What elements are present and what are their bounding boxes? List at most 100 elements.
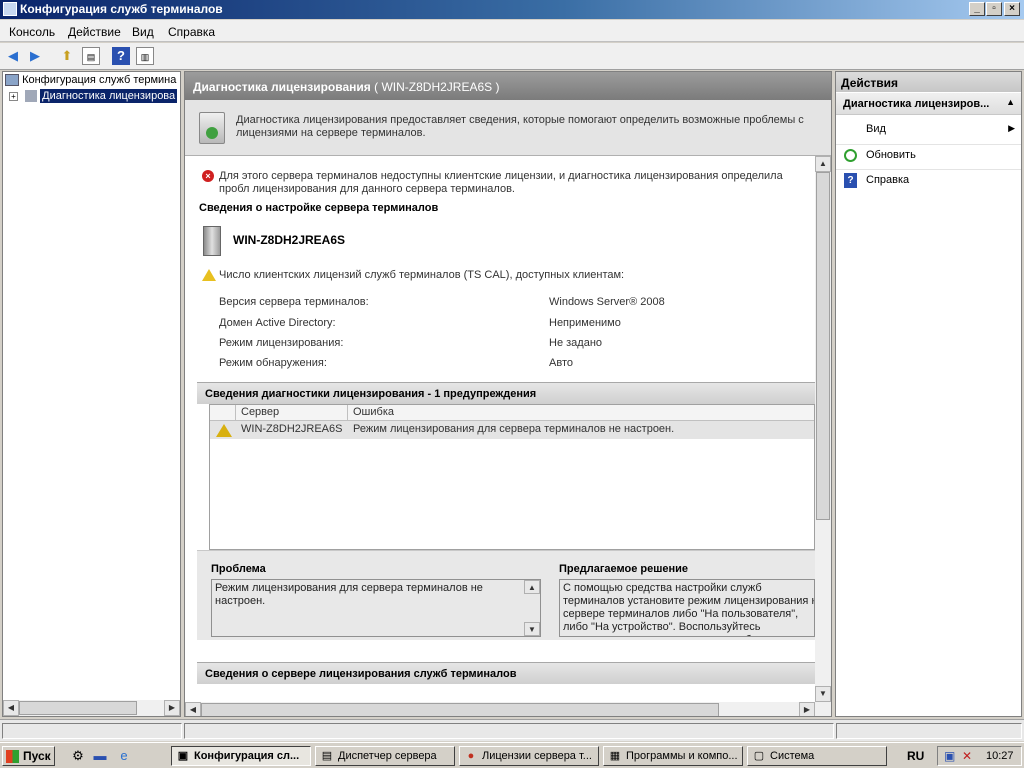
volume-muted-icon[interactable]: ✕ <box>962 749 972 763</box>
show-hide-action-pane-icon[interactable]: ▥ <box>136 47 154 65</box>
windows-logo-icon <box>6 750 19 763</box>
show-hide-tree-icon[interactable]: ▤ <box>82 47 100 65</box>
status-pane <box>2 723 182 739</box>
back-icon[interactable]: ◀ <box>4 47 22 65</box>
licserver-section-header[interactable]: Сведения о сервере лицензирования служб … <box>197 662 815 684</box>
prop-label: Режим лицензирования: <box>219 337 344 349</box>
scroll-thumb[interactable] <box>816 172 830 520</box>
prop-label: Режим обнаружения: <box>219 357 327 369</box>
scroll-up-button[interactable]: ▲ <box>815 156 831 172</box>
task-terminal-config[interactable]: ▣ Конфигурация сл... <box>171 746 311 766</box>
tree-root[interactable]: Конфигурация служб термина <box>5 74 176 90</box>
diagnostics-tool-icon <box>199 112 225 144</box>
menu-bar: Консоль Действие Вид Справка <box>0 20 1024 42</box>
forward-icon[interactable]: ▶ <box>26 47 44 65</box>
content-hscrollbar[interactable]: ◀ ▶ <box>185 702 831 716</box>
server-name: WIN-Z8DH2JREA6S <box>233 233 346 247</box>
clock[interactable]: 10:27 <box>986 750 1014 762</box>
scroll-down-button[interactable]: ▼ <box>815 686 831 702</box>
row-error: Режим лицензирования для сервера термина… <box>353 423 675 435</box>
scroll-right-button[interactable]: ▶ <box>164 700 180 716</box>
help-icon[interactable]: ? <box>112 47 130 65</box>
scroll-left-button[interactable]: ◀ <box>185 702 201 716</box>
scroll-down-button[interactable]: ▼ <box>524 622 540 636</box>
taskbar: Пуск ⚙ ▬ e ▣ Конфигурация сл... ▤ Диспет… <box>0 742 1024 768</box>
prop-value: Windows Server® 2008 <box>549 296 665 308</box>
menu-console[interactable]: Консоль <box>9 25 55 39</box>
server-manager-icon[interactable]: ⚙ <box>70 748 86 764</box>
error-icon: × <box>202 170 214 182</box>
grid-header-server[interactable]: Сервер <box>236 405 348 421</box>
solution-label: Предлагаемое решение <box>559 563 689 575</box>
diagnostics-grid: Сервер Ошибка WIN-Z8DH2JREA6S Режим лице… <box>209 404 815 550</box>
diagnostics-icon <box>25 90 38 103</box>
actions-pane: Действия Диагностика лицензиров... ▲ Вид… <box>835 71 1022 717</box>
scroll-up-button[interactable]: ▲ <box>524 580 540 594</box>
scroll-right-button[interactable]: ▶ <box>799 702 815 716</box>
cal-warning-text: Число клиентских лицензий служб терминал… <box>219 269 625 281</box>
refresh-icon <box>844 149 857 162</box>
start-button[interactable]: Пуск <box>2 746 55 766</box>
action-view[interactable]: Вид ▶ <box>836 119 1021 141</box>
pane-header: Диагностика лицензирования ( WIN-Z8DH2JR… <box>185 72 831 100</box>
status-pane <box>836 723 1022 739</box>
prop-value: Не задано <box>549 337 603 349</box>
prop-value: Авто <box>549 357 573 369</box>
task-programs[interactable]: ▦ Программы и компо... <box>603 746 743 766</box>
help-icon: ? <box>844 173 857 188</box>
tree-hscrollbar[interactable]: ◀ ▶ <box>3 700 180 716</box>
show-desktop-icon[interactable]: ▬ <box>92 748 108 764</box>
server-icon <box>203 226 221 256</box>
error-text: Для этого сервера терминалов недоступны … <box>219 170 783 195</box>
terminal-config-icon: ▣ <box>177 750 189 762</box>
warning-icon <box>216 424 232 437</box>
menu-action[interactable]: Действие <box>68 25 121 39</box>
close-button[interactable]: × <box>1004 2 1020 16</box>
description-panel: Диагностика лицензирования предоставляет… <box>185 100 831 156</box>
solution-textbox[interactable]: С помощью средства настройки служб терми… <box>559 579 815 637</box>
restore-button[interactable]: ▫ <box>986 2 1002 16</box>
scroll-thumb[interactable] <box>19 701 137 715</box>
submenu-arrow-icon: ▶ <box>1008 123 1015 133</box>
scroll-left-button[interactable]: ◀ <box>3 700 19 716</box>
up-folder-icon[interactable]: ⬆ <box>58 47 76 65</box>
scroll-thumb[interactable] <box>201 703 719 716</box>
actions-subheader[interactable]: Диагностика лицензиров... ▲ <box>836 93 1021 115</box>
status-bar <box>0 719 1024 741</box>
terminal-config-icon <box>5 74 19 87</box>
prop-label: Версия сервера терминалов: <box>219 296 369 308</box>
toolbar: ◀ ▶ ⬆ ▤ ? ▥ <box>0 43 1024 70</box>
action-refresh[interactable]: Обновить <box>836 144 1021 166</box>
prop-label: Домен Active Directory: <box>219 317 336 329</box>
problem-label: Проблема <box>211 563 266 575</box>
tree-item-licensing-diagnostics[interactable]: + Диагностика лицензирова <box>9 89 178 106</box>
description-text: Диагностика лицензирования предоставляет… <box>236 114 804 139</box>
grid-icon-column <box>210 405 236 421</box>
language-indicator[interactable]: RU <box>907 749 924 763</box>
menu-help[interactable]: Справка <box>168 25 215 39</box>
title-bar: Конфигурация служб терминалов _ ▫ × <box>0 0 1024 19</box>
minimize-button[interactable]: _ <box>969 2 985 16</box>
window-title: Конфигурация служб терминалов <box>20 2 223 16</box>
task-license-server[interactable]: ● Лицензии сервера т... <box>459 746 599 766</box>
actions-header: Действия <box>836 72 1021 92</box>
menu-view[interactable]: Вид <box>132 25 154 39</box>
system-tray: ▣ ✕ 10:27 <box>937 746 1022 766</box>
task-system[interactable]: ▢ Система <box>747 746 887 766</box>
problem-textbox[interactable]: Режим лицензирования для сервера термина… <box>211 579 541 637</box>
grid-header-error[interactable]: Ошибка <box>348 405 814 421</box>
internet-explorer-icon[interactable]: e <box>116 748 132 764</box>
chrome-icon: ● <box>467 750 475 762</box>
expand-icon[interactable]: + <box>9 91 18 101</box>
problem-solution-panel: Проблема Режим лицензирования для сервер… <box>197 550 815 640</box>
console-tree: Конфигурация служб термина + Диагностика… <box>2 71 181 717</box>
result-pane: Диагностика лицензирования ( WIN-Z8DH2JR… <box>184 71 832 717</box>
task-server-manager[interactable]: ▤ Диспетчер сервера <box>315 746 455 766</box>
content-vscrollbar[interactable]: ▲ ▼ <box>815 156 831 702</box>
diagnostics-content: × Для этого сервера терминалов недоступн… <box>185 156 815 702</box>
collapse-icon[interactable]: ▲ <box>1006 97 1015 107</box>
diag-section-header[interactable]: Сведения диагностики лицензирования - 1 … <box>197 382 815 404</box>
action-help[interactable]: ? Справка <box>836 169 1021 191</box>
network-icon[interactable]: ▣ <box>944 749 955 763</box>
table-row[interactable]: WIN-Z8DH2JREA6S Режим лицензирования для… <box>210 421 814 439</box>
